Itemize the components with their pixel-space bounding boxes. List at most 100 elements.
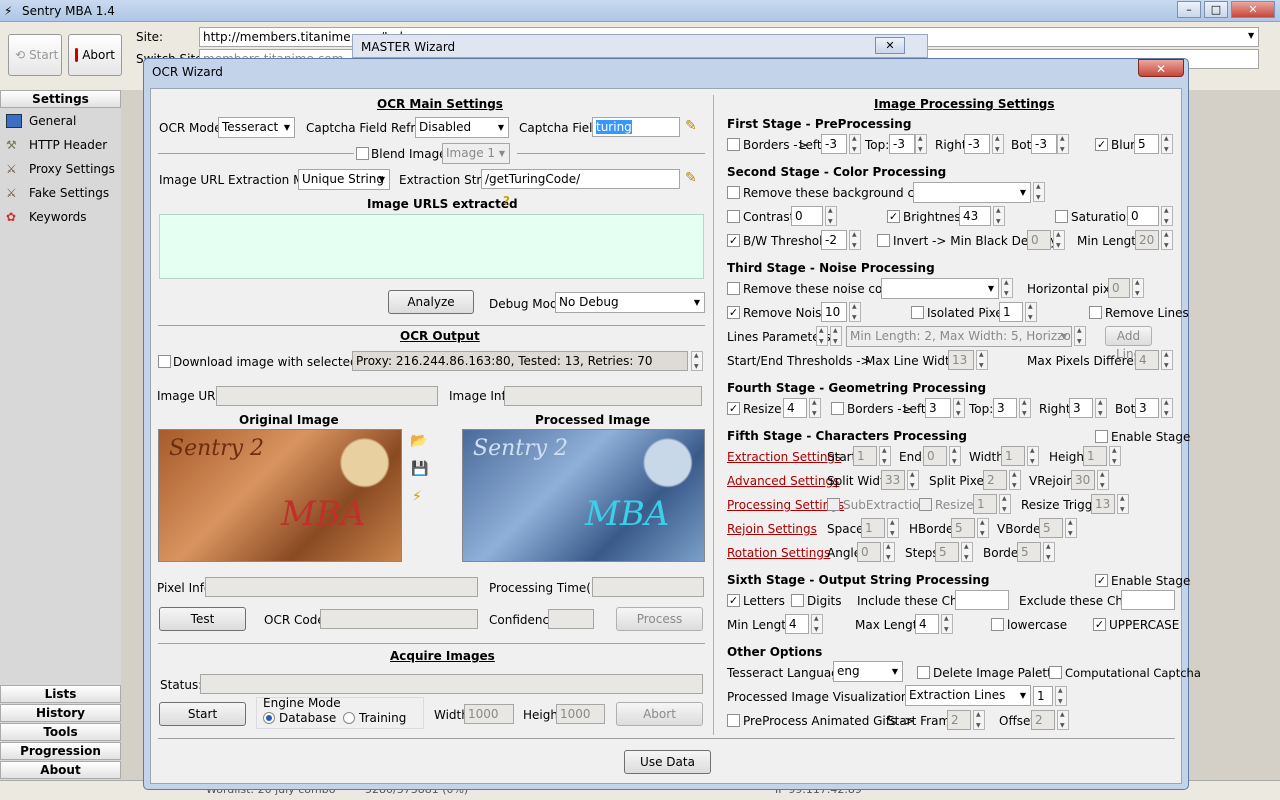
min-len-spinner[interactable] [811,614,823,634]
vrejoin-input[interactable]: 30 [1071,470,1095,490]
lines-params-spinner[interactable] [1074,326,1086,346]
vrejoin-spinner[interactable] [1097,470,1109,490]
brightness-checkbox[interactable]: ✓ [887,210,900,223]
saturation-input[interactable]: 0 [1127,206,1159,226]
acquire-abort-button[interactable]: Abort [616,702,703,726]
split-width-spinner[interactable] [907,470,919,490]
extraction-settings-link[interactable]: Extraction Settings [727,450,841,464]
noise-colors-spinner[interactable] [1001,278,1013,298]
border-left-input[interactable]: -3 [821,134,847,154]
geo-bot-spinner[interactable] [1161,398,1173,418]
max-line-width-spinner[interactable] [976,350,988,370]
nav-settings-header[interactable]: Settings [0,90,121,108]
url-mode-select[interactable]: Unique String [298,169,390,190]
start-input[interactable]: 1 [853,446,877,466]
saturation-spinner[interactable] [1161,206,1173,226]
end-spinner[interactable] [949,446,961,466]
vis-mode-select[interactable]: Extraction Lines [905,685,1031,706]
bw-threshold-spinner[interactable] [849,230,861,250]
isolated-pixels-checkbox[interactable] [911,306,924,319]
max-line-width-input[interactable]: 13 [948,350,974,370]
rejoin-settings-link[interactable]: Rejoin Settings [727,522,817,536]
remove-noise-spinner[interactable] [849,302,861,322]
brightness-spinner[interactable] [993,206,1005,226]
proxy-spinner[interactable] [691,351,703,371]
geo-top-input[interactable]: 3 [993,398,1017,418]
letters-checkbox[interactable]: ✓ [727,594,740,607]
site-dropdown-arrow[interactable]: ▼ [1248,31,1254,40]
width-spinner-s5[interactable] [1027,446,1039,466]
minimize-button[interactable]: – [1177,1,1201,18]
lowercase-checkbox[interactable] [991,618,1004,631]
steps-input[interactable]: 5 [935,542,959,562]
blur-spinner[interactable] [1161,134,1173,154]
remove-noise-input[interactable]: 10 [821,302,847,322]
angle-input[interactable]: 0 [857,542,881,562]
resize2-input[interactable]: 1 [973,494,997,514]
help-icon[interactable]: ? [503,194,510,208]
contrast-spinner[interactable] [825,206,837,226]
acquire-start-button[interactable]: Start [159,702,246,726]
preprocess-gifs-checkbox[interactable] [727,714,740,727]
remove-bg-checkbox[interactable] [727,186,740,199]
bw-threshold-checkbox[interactable]: ✓ [727,234,740,247]
angle-spinner[interactable] [883,542,895,562]
steps-spinner[interactable] [961,542,973,562]
start-frame-spinner[interactable] [973,710,985,730]
lines-params-select[interactable]: Min Length: 2, Max Width: 5, Horizzontal [846,326,1072,347]
contrast-checkbox[interactable] [727,210,740,223]
stage5-enable-checkbox[interactable] [1095,430,1108,443]
include-chars-input[interactable] [955,590,1009,610]
subextraction-checkbox[interactable] [827,498,840,511]
start-spinner[interactable] [879,446,891,466]
hborder-spinner[interactable] [977,518,989,538]
process-button[interactable]: Process [616,607,703,631]
maximize-button[interactable]: □ [1204,1,1228,18]
remove-lines-checkbox[interactable] [1089,306,1102,319]
space-spinner[interactable] [887,518,899,538]
blur-checkbox[interactable]: ✓ [1095,138,1108,151]
height-input-s5[interactable]: 1 [1083,446,1107,466]
resize-input[interactable]: 4 [783,398,807,418]
saturation-checkbox[interactable] [1055,210,1068,223]
save-icon[interactable]: 💾 [411,461,428,477]
nav-tools[interactable]: Tools [0,723,121,741]
remove-noise-checkbox[interactable]: ✓ [727,306,740,319]
geo-right-spinner[interactable] [1095,398,1107,418]
debug-mode-select[interactable]: No Debug [555,292,705,313]
tesseract-language-select[interactable]: eng [833,661,903,682]
horizontal-pixels-spinner[interactable] [1132,278,1144,298]
split-pixels-spinner[interactable] [1009,470,1021,490]
geo-left-spinner[interactable] [953,398,965,418]
space-input[interactable]: 1 [861,518,885,538]
download-proxy-checkbox[interactable] [158,355,171,368]
lines-spinner-a[interactable] [816,326,828,346]
horizontal-pixels-input[interactable]: 0 [1108,278,1130,298]
height-spinner-s5[interactable] [1109,446,1121,466]
analyze-button[interactable]: Analyze [388,290,474,314]
computational-captcha-checkbox[interactable] [1049,666,1062,679]
advanced-settings-link[interactable]: Advanced Settings [727,474,839,488]
resize-spinner[interactable] [809,398,821,418]
training-radio[interactable] [343,712,355,724]
noise-colors-select[interactable] [881,278,999,299]
delete-palette-checkbox[interactable] [917,666,930,679]
lightning-icon[interactable]: ⚡ [412,489,422,505]
end-input[interactable]: 0 [923,446,947,466]
start-frame-input[interactable]: 2 [947,710,971,730]
offset-spinner[interactable] [1057,710,1069,730]
min-length-spinner[interactable] [1161,230,1173,250]
border-bot-input[interactable]: -3 [1031,134,1057,154]
border-top-spinner[interactable] [915,134,927,154]
open-folder-icon[interactable]: 📂 [410,433,427,449]
resize-trigger-spinner[interactable] [1117,494,1129,514]
isolated-pixels-spinner[interactable] [1025,302,1037,322]
geo-borders-checkbox[interactable] [831,402,844,415]
geo-top-spinner[interactable] [1019,398,1031,418]
invert-input[interactable]: 0 [1027,230,1051,250]
captcha-field-input[interactable]: turing [592,117,680,137]
min-len-input[interactable]: 4 [785,614,809,634]
vborder-spinner[interactable] [1065,518,1077,538]
max-pixels-diff-input[interactable]: 4 [1135,350,1159,370]
vis-mode-spinner[interactable] [1055,686,1067,706]
